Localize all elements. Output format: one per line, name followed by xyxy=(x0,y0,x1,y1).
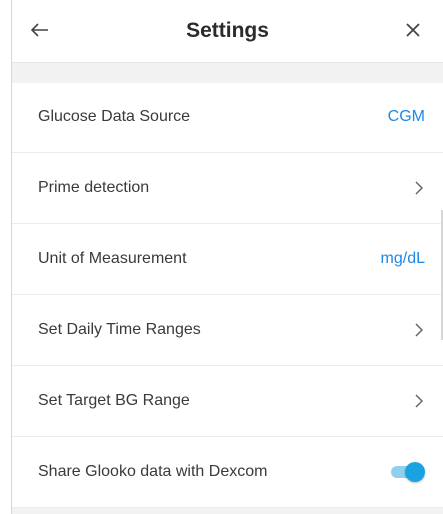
setting-prime-detection[interactable]: Prime detection xyxy=(12,153,443,224)
setting-set-daily-time-ranges[interactable]: Set Daily Time Ranges xyxy=(12,295,443,366)
setting-glucose-data-source[interactable]: Glucose Data Source CGM xyxy=(12,82,443,153)
chevron-right-icon xyxy=(415,322,425,338)
setting-label: Prime detection xyxy=(38,179,150,196)
back-button[interactable] xyxy=(28,18,52,42)
arrow-left-icon xyxy=(31,23,48,37)
page-title: Settings xyxy=(186,19,269,42)
settings-screen: Settings Glucose Data Source CGM Prime d… xyxy=(11,0,443,514)
chevron-right-icon xyxy=(415,180,425,196)
setting-label: Glucose Data Source xyxy=(38,108,191,125)
setting-label: Set Daily Time Ranges xyxy=(38,321,201,338)
chevron-right-icon xyxy=(415,393,425,409)
footer-divider xyxy=(12,508,443,514)
close-icon xyxy=(406,23,420,37)
setting-set-target-bg-range[interactable]: Set Target BG Range xyxy=(12,366,443,437)
setting-label: Unit of Measurement xyxy=(38,250,187,267)
header-bar: Settings xyxy=(12,0,443,62)
setting-value: mg/dL xyxy=(380,250,425,267)
setting-unit-of-measurement[interactable]: Unit of Measurement mg/dL xyxy=(12,224,443,295)
setting-label: Set Target BG Range xyxy=(38,392,190,409)
toggle-thumb xyxy=(405,462,425,482)
setting-label: Share Glooko data with Dexcom xyxy=(38,463,268,480)
setting-share-dexcom: Share Glooko data with Dexcom xyxy=(12,437,443,508)
section-divider xyxy=(12,62,443,83)
setting-value: CGM xyxy=(387,108,425,125)
settings-list: Glucose Data Source CGM Prime detection … xyxy=(12,82,443,508)
share-dexcom-toggle[interactable] xyxy=(389,462,425,482)
close-button[interactable] xyxy=(401,18,425,42)
